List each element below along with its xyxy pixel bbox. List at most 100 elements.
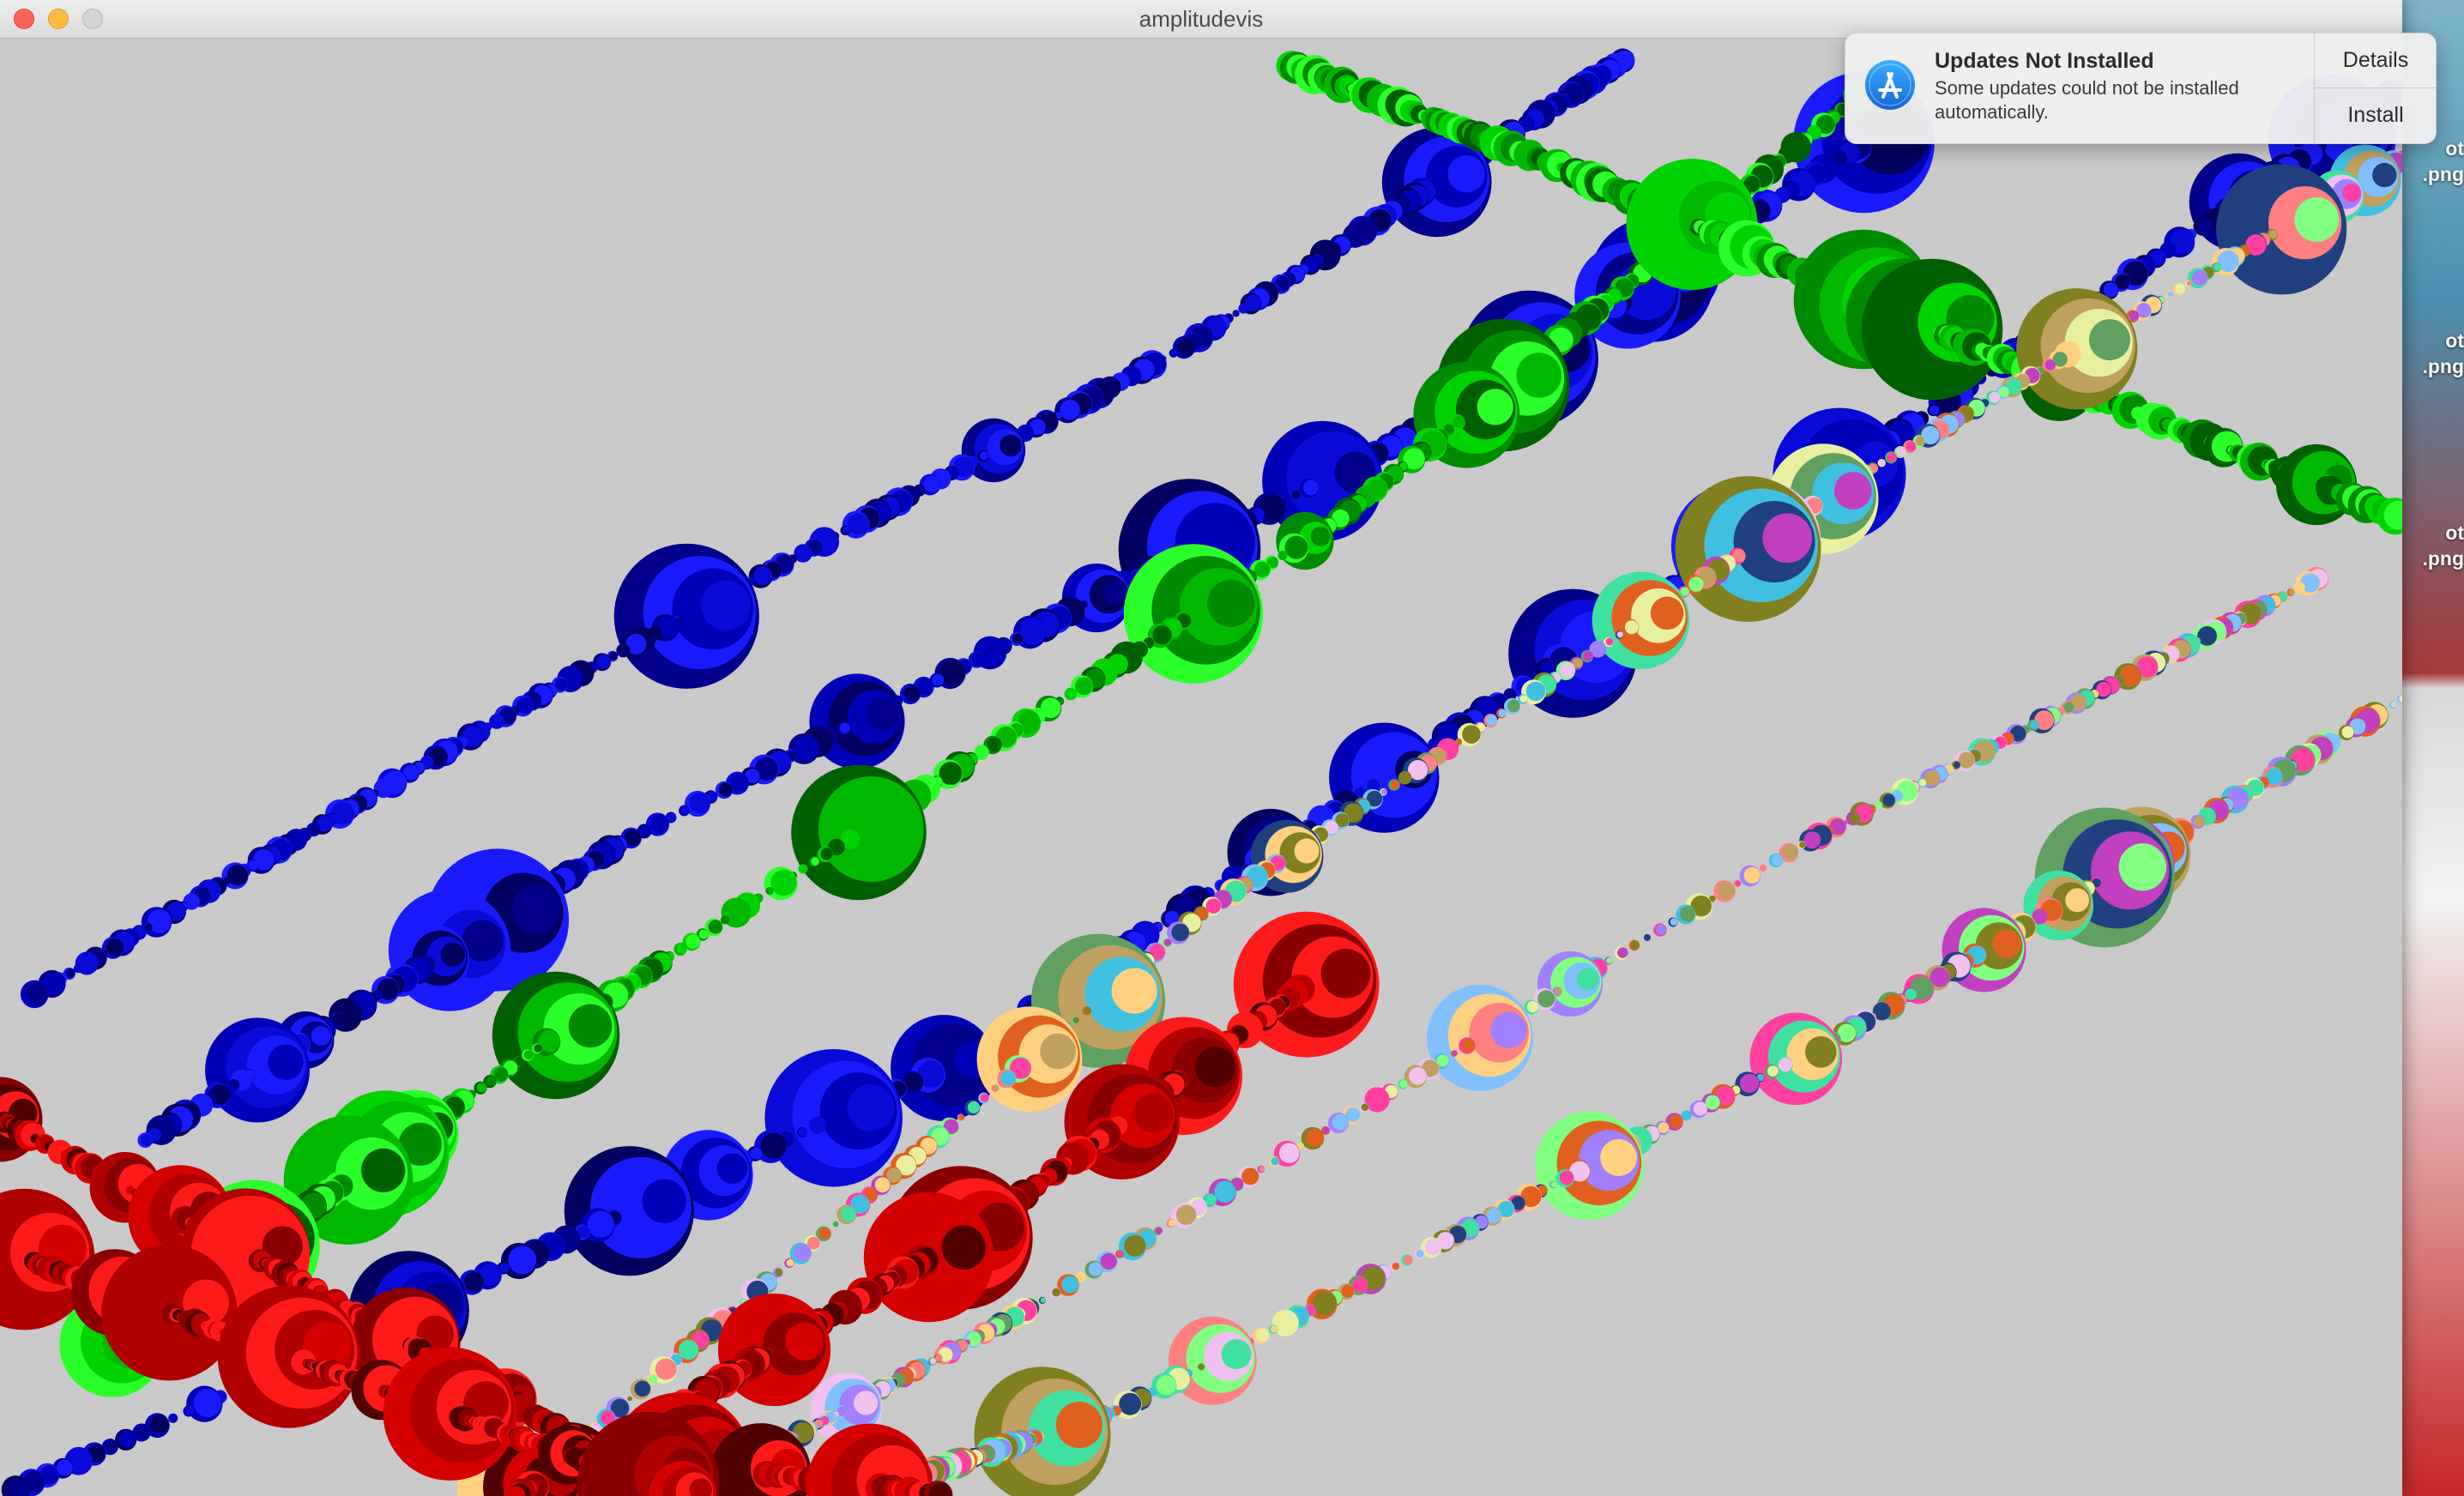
desktop-file-label[interactable]: ot .png [2402,328,2464,379]
strand-bead [75,964,82,972]
strand-bead [1221,1339,1252,1370]
strand-bead [987,737,1002,752]
strand-bead [1576,968,1599,991]
strand-bead [65,968,75,979]
strand-bead [534,1044,542,1053]
strand-bead [1930,405,1940,415]
strand-bead [2390,701,2397,708]
strand-bead [1989,391,2001,403]
strand-bead [818,1228,831,1240]
strand-bead [679,1339,699,1360]
strand-bead [1783,844,1798,860]
notification-actions: Details Install [2314,33,2436,143]
strand-bead [2186,280,2192,287]
strand-bead [1214,1180,1236,1203]
strand-bead [1279,551,1288,559]
strand-bead [967,1101,981,1113]
strand-bead [1117,1251,1124,1258]
strand-bead [1876,1004,1891,1018]
strand-bead [1320,949,1371,998]
strand-bead [1519,695,1528,703]
strand-bead [1760,865,1767,872]
strand-bead [1490,1011,1527,1048]
strand-bead [1805,1036,1837,1068]
strand-bead [1605,637,1614,646]
strand-bead [932,674,945,686]
strand-bead [1332,1114,1349,1131]
strand-bead [145,923,153,931]
strand-bead [508,1246,537,1275]
details-button[interactable]: Details [2315,33,2436,88]
desktop-file-label[interactable]: ot .png [2402,520,2464,571]
strand-bead [1176,1204,1197,1226]
strand-bead [1171,923,1189,942]
strand-bead [1170,349,1178,357]
strand-bead [929,1358,937,1365]
strand-bead [1918,779,1927,787]
strand-bead [1670,918,1678,926]
strand-bead [832,1221,839,1228]
strand-bead [1133,1093,1173,1133]
strand-bead [1767,1065,1779,1077]
strand-bead [1072,1016,1079,1023]
strand-bead [1833,472,1872,510]
strand-bead [1277,1312,1299,1333]
strand-bead [1650,596,1684,630]
strand-bead [1425,1239,1441,1256]
zoom-button[interactable] [82,9,103,29]
strand-bead [1954,761,1960,769]
strand-bead [2089,319,2130,361]
strand-bead [979,451,988,461]
strand-bead [1361,1103,1369,1111]
strand-bead [193,1389,222,1418]
install-button[interactable]: Install [2315,88,2436,142]
strand-bead [2030,721,2039,730]
visualization-canvas[interactable] [0,39,2402,1496]
strand-bead [1447,155,1485,193]
app-window: amplitudevis [0,0,2402,1496]
amplitude-3d-plot[interactable] [0,39,2402,1496]
strand-bead [999,434,1022,457]
strand-bead [1680,906,1696,922]
strand-bead [1341,1284,1355,1298]
strand-bead [727,900,751,924]
strand-bead [1012,633,1024,644]
strand-bead [1452,1050,1458,1056]
strand-bead [1876,802,1882,808]
strand-bead [1559,1170,1574,1185]
strand-bead [2295,582,2305,593]
strand-bead [2341,726,2354,739]
strand-bead [596,654,611,669]
strand-bead [1270,1325,1278,1333]
close-button[interactable] [14,9,34,29]
strand-bead [1879,459,1886,467]
strand-bead [634,1380,651,1397]
strand-bead [2065,888,2090,913]
strand-bead [767,887,774,894]
strand-bead [80,953,99,972]
strand-bead [698,929,709,939]
strand-bead [1177,338,1195,356]
strand-bead [1293,491,1301,498]
strand-bead [1905,441,1917,452]
strand-bead [1207,579,1255,627]
update-notification[interactable]: Updates Not Installed Some updates could… [1845,33,2437,144]
strand-bead [185,1406,195,1415]
strand-bead [1168,1219,1176,1227]
strand-bead [2196,218,2213,233]
strand-bead [1078,1273,1086,1282]
minimize-button[interactable] [48,9,69,29]
strand-bead [2213,263,2221,271]
strand-bead [701,580,751,630]
strand-bead [511,884,561,934]
strand-bead [1156,1228,1163,1234]
strand-bead [2268,230,2278,239]
strand-bead [1693,1101,1707,1116]
strand-bead [1486,715,1498,726]
strand-bead [2129,311,2139,321]
strand-bead [903,685,921,702]
strand-bead [1241,1167,1259,1185]
strand-bead [874,1177,891,1193]
strand-bead [1352,1276,1368,1293]
strand-bead [587,1210,614,1238]
